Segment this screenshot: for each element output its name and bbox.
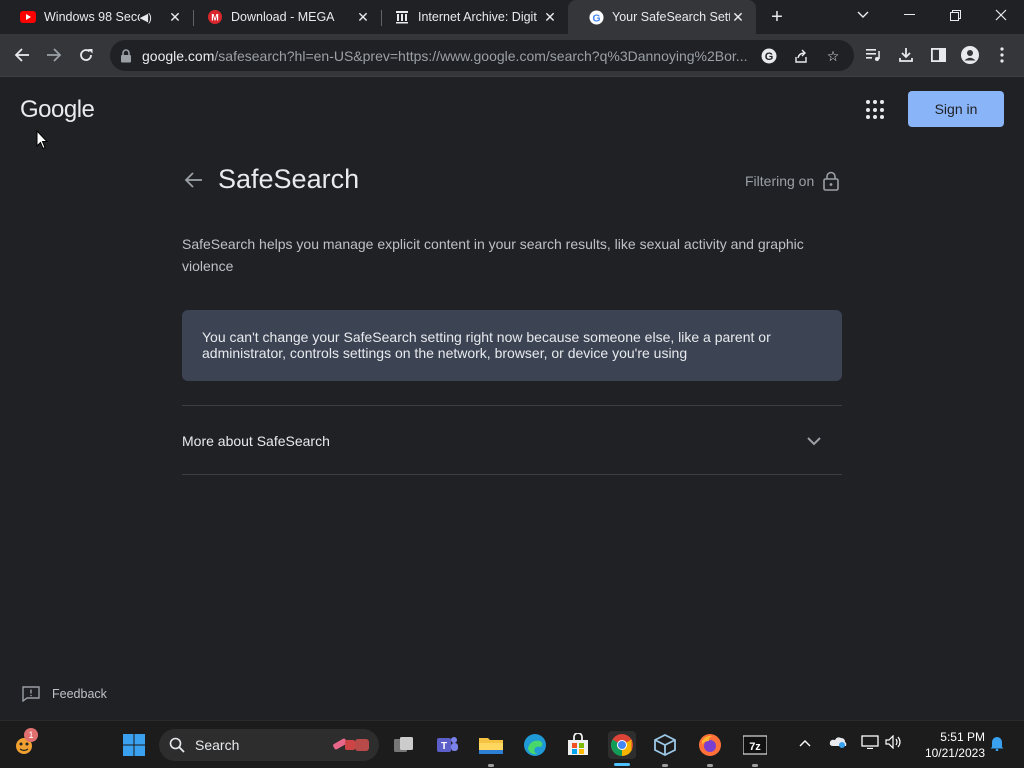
- close-icon[interactable]: ✕: [730, 9, 746, 25]
- address-bar[interactable]: google.com/safesearch?hl=en-US&prev=http…: [110, 40, 854, 71]
- lock-icon: [822, 171, 840, 191]
- start-icon[interactable]: [120, 731, 148, 759]
- apps-grid-icon[interactable]: [866, 100, 886, 120]
- more-about-label: More about SafeSearch: [182, 433, 330, 449]
- clock-date: 10/21/2023: [924, 746, 985, 760]
- back-button[interactable]: [9, 42, 35, 68]
- active-app-indicator: [614, 763, 630, 766]
- reload-button[interactable]: [73, 42, 99, 68]
- onedrive-icon[interactable]: [829, 735, 847, 752]
- restore-button[interactable]: [932, 0, 978, 30]
- side-panel-icon[interactable]: [925, 42, 951, 68]
- svg-text:M: M: [211, 13, 219, 23]
- lock-icon[interactable]: [120, 48, 134, 63]
- store-icon[interactable]: [564, 731, 592, 759]
- windows-taskbar: 1 Search T 7z 5:51 PM 10/21/2023: [0, 720, 1024, 768]
- svg-text:G: G: [592, 13, 600, 24]
- close-icon[interactable]: ✕: [542, 9, 558, 25]
- back-arrow-icon[interactable]: [183, 170, 205, 192]
- network-icon[interactable]: [861, 735, 879, 752]
- close-icon[interactable]: ✕: [355, 9, 371, 25]
- tab-strip: Windows 98 Seco ◀) ✕ M Download - MEGA ✕…: [0, 0, 1024, 34]
- volume-icon[interactable]: [885, 734, 903, 752]
- feedback-label: Feedback: [52, 687, 107, 701]
- audio-playing-icon[interactable]: ◀): [140, 11, 153, 24]
- clock-time: 5:51 PM: [940, 730, 985, 744]
- search-label: Search: [195, 737, 240, 753]
- tab-title: Internet Archive: Digit: [418, 10, 537, 24]
- taskbar-search[interactable]: Search: [159, 729, 379, 761]
- google-lens-icon[interactable]: G: [758, 45, 780, 67]
- file-explorer-icon[interactable]: [477, 731, 505, 759]
- system-clock[interactable]: 5:51 PM 10/21/2023: [915, 729, 985, 761]
- page-title: SafeSearch: [218, 164, 360, 194]
- url-text[interactable]: google.com/safesearch?hl=en-US&prev=http…: [142, 48, 750, 64]
- teams-icon[interactable]: T: [433, 731, 461, 759]
- archive-icon: [394, 9, 410, 25]
- mega-icon: M: [207, 9, 223, 25]
- divider: [182, 405, 842, 406]
- running-indicator: [662, 764, 668, 767]
- virtualbox-icon[interactable]: [651, 731, 679, 759]
- feedback-link[interactable]: Feedback: [22, 686, 107, 703]
- sign-in-button[interactable]: Sign in: [908, 91, 1004, 127]
- google-icon: G: [588, 9, 604, 25]
- safesearch-description: SafeSearch helps you manage explicit con…: [182, 236, 804, 274]
- close-icon[interactable]: ✕: [167, 9, 183, 25]
- new-tab-button[interactable]: +: [766, 6, 788, 28]
- tab-internet-archive[interactable]: Internet Archive: Digit ✕: [374, 0, 568, 34]
- media-controls-icon[interactable]: [861, 42, 887, 68]
- edge-icon[interactable]: [521, 731, 549, 759]
- chevron-down-icon[interactable]: [806, 433, 822, 449]
- firefox-icon[interactable]: [696, 731, 724, 759]
- divider: [182, 474, 842, 475]
- 7zip-icon[interactable]: 7z: [741, 731, 769, 759]
- tab-search-chevron-icon[interactable]: [840, 0, 886, 30]
- tab-title: Download - MEGA: [231, 10, 335, 24]
- share-icon[interactable]: [790, 45, 812, 67]
- svg-text:T: T: [441, 741, 447, 752]
- browser-toolbar: google.com/safesearch?hl=en-US&prev=http…: [0, 34, 1024, 77]
- running-indicator: [752, 764, 758, 767]
- tab-youtube[interactable]: Windows 98 Seco ◀) ✕: [0, 0, 193, 34]
- tab-title: Windows 98 Seco: [44, 10, 140, 24]
- forward-button[interactable]: [41, 42, 67, 68]
- filtering-status: Filtering on: [745, 173, 815, 189]
- running-indicator: [707, 764, 713, 767]
- tab-title: Your SafeSearch Settin: [612, 10, 730, 24]
- menu-icon[interactable]: [989, 42, 1015, 68]
- tab-safesearch[interactable]: G Your SafeSearch Settin ✕: [568, 0, 756, 34]
- task-view-icon[interactable]: [390, 731, 418, 759]
- close-window-button[interactable]: [978, 0, 1024, 30]
- youtube-icon: [20, 9, 36, 25]
- feedback-icon: [22, 686, 40, 703]
- google-logo[interactable]: Google: [20, 96, 95, 124]
- more-about-safesearch[interactable]: More about SafeSearch: [182, 407, 842, 475]
- minimize-button[interactable]: [886, 0, 932, 30]
- search-icon: [169, 737, 185, 753]
- notification-bell-icon[interactable]: [989, 735, 1005, 754]
- show-hidden-icons-chevron-icon[interactable]: [799, 735, 811, 750]
- mouse-cursor: [36, 129, 49, 150]
- svg-text:G: G: [765, 51, 774, 63]
- tab-mega[interactable]: M Download - MEGA ✕: [187, 0, 381, 34]
- bookmark-star-icon[interactable]: ☆: [822, 45, 844, 67]
- notification-badge: 1: [24, 728, 38, 742]
- chrome-icon[interactable]: [608, 731, 636, 759]
- screen: Windows 98 Seco ◀) ✕ M Download - MEGA ✕…: [0, 0, 1024, 768]
- search-highlight-icon: [331, 735, 371, 758]
- svg-text:7z: 7z: [749, 741, 761, 753]
- page-content: Google Sign in SafeSearch Filtering on S…: [0, 78, 1024, 720]
- running-indicator: [488, 764, 494, 767]
- download-icon[interactable]: [893, 42, 919, 68]
- admin-notice: You can't change your SafeSearch setting…: [182, 310, 842, 381]
- profile-icon[interactable]: [957, 42, 983, 68]
